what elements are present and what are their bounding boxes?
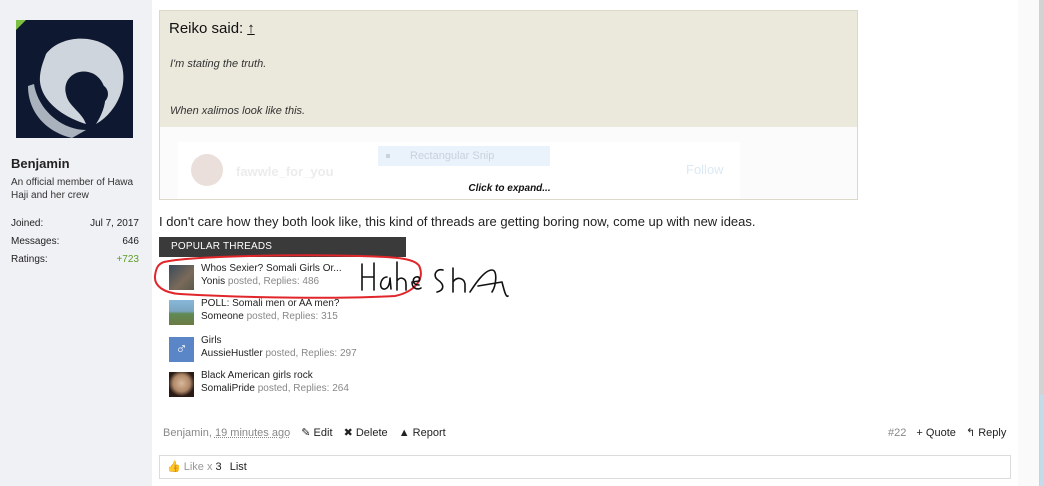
handwritten-annotation: [153, 254, 509, 299]
like-count: 3: [215, 461, 222, 473]
warning-icon: ▲: [398, 427, 410, 439]
post-number[interactable]: #22: [888, 427, 906, 439]
likes-list-link[interactable]: List: [230, 461, 247, 473]
thumbs-up-icon: 👍: [167, 461, 181, 473]
delete-button[interactable]: ✖ Delete: [344, 427, 388, 439]
post-footer-left: Benjamin, 19 minutes ago ✎ Edit ✖ Delete…: [163, 426, 446, 439]
reply-button[interactable]: ↰ Reply: [966, 427, 1006, 439]
delete-label: Delete: [355, 427, 388, 439]
quote-button[interactable]: + Quote: [916, 427, 955, 439]
online-indicator: [16, 20, 26, 30]
post-timestamp[interactable]: 19 minutes ago: [215, 427, 290, 439]
post-author[interactable]: Benjamin,: [163, 427, 212, 439]
x-icon: ✖: [343, 427, 353, 439]
like-label[interactable]: Like x: [184, 461, 213, 473]
report-button[interactable]: ▲ Report: [399, 427, 446, 439]
edit-label: Edit: [313, 427, 333, 439]
background-edge: [1040, 395, 1044, 486]
edit-button[interactable]: ✎ Edit: [301, 427, 332, 439]
reply-label: Reply: [978, 427, 1007, 439]
post-footer-right: #22 + Quote ↰ Reply: [888, 426, 1006, 439]
reply-icon: ↰: [965, 427, 976, 439]
likes-bar: 👍 Like x 3 List: [159, 455, 1011, 479]
forum-post: Benjamin An official member of Hawa Haji…: [0, 0, 1018, 486]
pencil-icon: ✎: [301, 427, 311, 439]
report-label: Report: [412, 427, 446, 439]
